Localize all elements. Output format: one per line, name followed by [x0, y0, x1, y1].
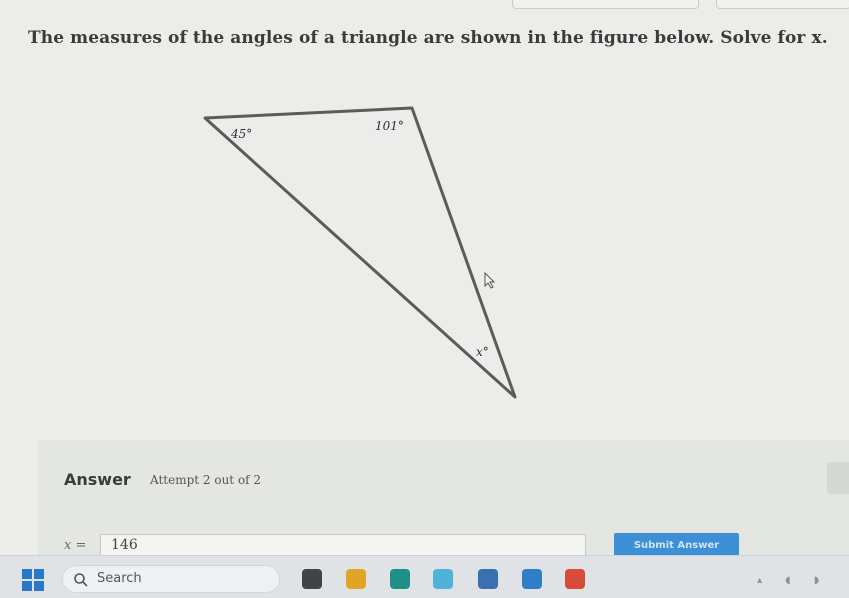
submit-answer-button[interactable]: Submit Answer: [614, 533, 739, 557]
attempt-counter: Attempt 2 out of 2: [150, 473, 262, 487]
photos-icon[interactable]: [433, 569, 453, 589]
angle-label-bottom: x°: [476, 345, 489, 359]
windows-start-icon[interactable]: [22, 569, 44, 591]
side-panel-toggle[interactable]: [827, 462, 849, 494]
angle-label-top-left: 45°: [230, 127, 252, 141]
system-tray[interactable]: ▴ ◖ ◗: [757, 575, 829, 586]
answer-heading: Answer: [64, 470, 131, 489]
file-explorer-icon[interactable]: [302, 569, 322, 589]
search-icon: [74, 573, 88, 587]
search-label: Search: [97, 571, 142, 586]
store-icon[interactable]: [478, 569, 498, 589]
browser-tab-1[interactable]: [512, 0, 699, 9]
mail-icon[interactable]: [522, 569, 542, 589]
angle-label-top-right: 101°: [375, 119, 404, 133]
variable-label: x =: [64, 538, 87, 553]
taskbar: Search ▴ ◖ ◗: [0, 555, 849, 598]
triangle-shape: [203, 106, 517, 399]
chrome-icon[interactable]: [565, 569, 585, 589]
mouse-cursor-icon: [484, 271, 496, 289]
browser-tab-2[interactable]: [716, 0, 849, 9]
answer-input[interactable]: [100, 534, 586, 556]
folder-icon[interactable]: [346, 569, 366, 589]
taskbar-search[interactable]: Search: [62, 565, 280, 593]
answer-panel: Answer Attempt 2 out of 2 x = Submit Ans…: [38, 440, 849, 557]
edge-icon[interactable]: [390, 569, 410, 589]
triangle-figure: 45° 101° x°: [203, 106, 517, 399]
question-text: The measures of the angles of a triangle…: [28, 28, 828, 48]
